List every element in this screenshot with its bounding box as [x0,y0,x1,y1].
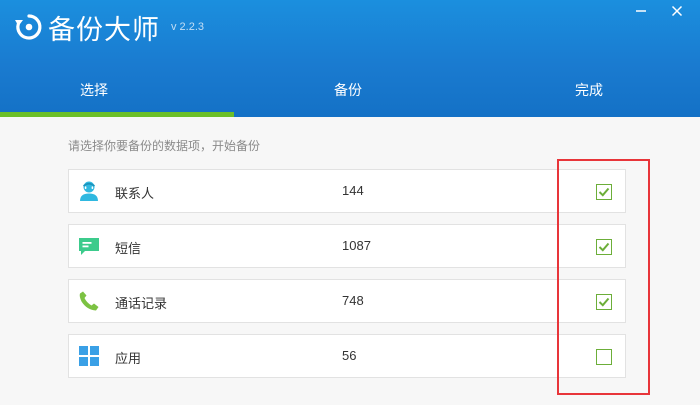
minimize-icon [636,10,646,12]
list-item-apps[interactable]: 应用 56 [68,334,626,378]
item-label: 短信 [115,242,142,257]
instruction-text: 请选择你要备份的数据项，开始备份 [68,139,261,153]
item-count: 144 [342,183,364,198]
item-label: 应用 [115,352,142,367]
item-count: 748 [342,293,364,308]
item-label: 通话记录 [115,297,168,312]
list-item-messages[interactable]: 短信 1087 [68,224,626,268]
contact-icon [80,181,98,201]
item-count: 56 [342,348,357,363]
message-icon [79,238,99,255]
list-item-contacts[interactable]: 联系人 144 [68,169,626,213]
close-button[interactable] [666,2,688,20]
app-version: v 2.2.3 [171,21,205,33]
tab-backup[interactable]: 备份 [334,80,362,100]
app-header: 备份大师 v 2.2.3 选择 备份 完成 [0,0,700,117]
apps-icon [79,346,99,366]
phone-icon [79,291,99,311]
backup-refresh-icon [15,14,42,40]
app-title: 备份大师 [48,15,160,46]
minimize-button[interactable] [630,2,652,20]
list-item-call-log[interactable]: 通话记录 748 [68,279,626,323]
tab-complete[interactable]: 完成 [575,80,603,100]
item-label: 联系人 [115,187,155,202]
checkbox-highlight-annotation [557,159,650,395]
close-icon [671,5,683,17]
tab-select[interactable]: 选择 [80,80,108,100]
item-count: 1087 [342,238,371,253]
